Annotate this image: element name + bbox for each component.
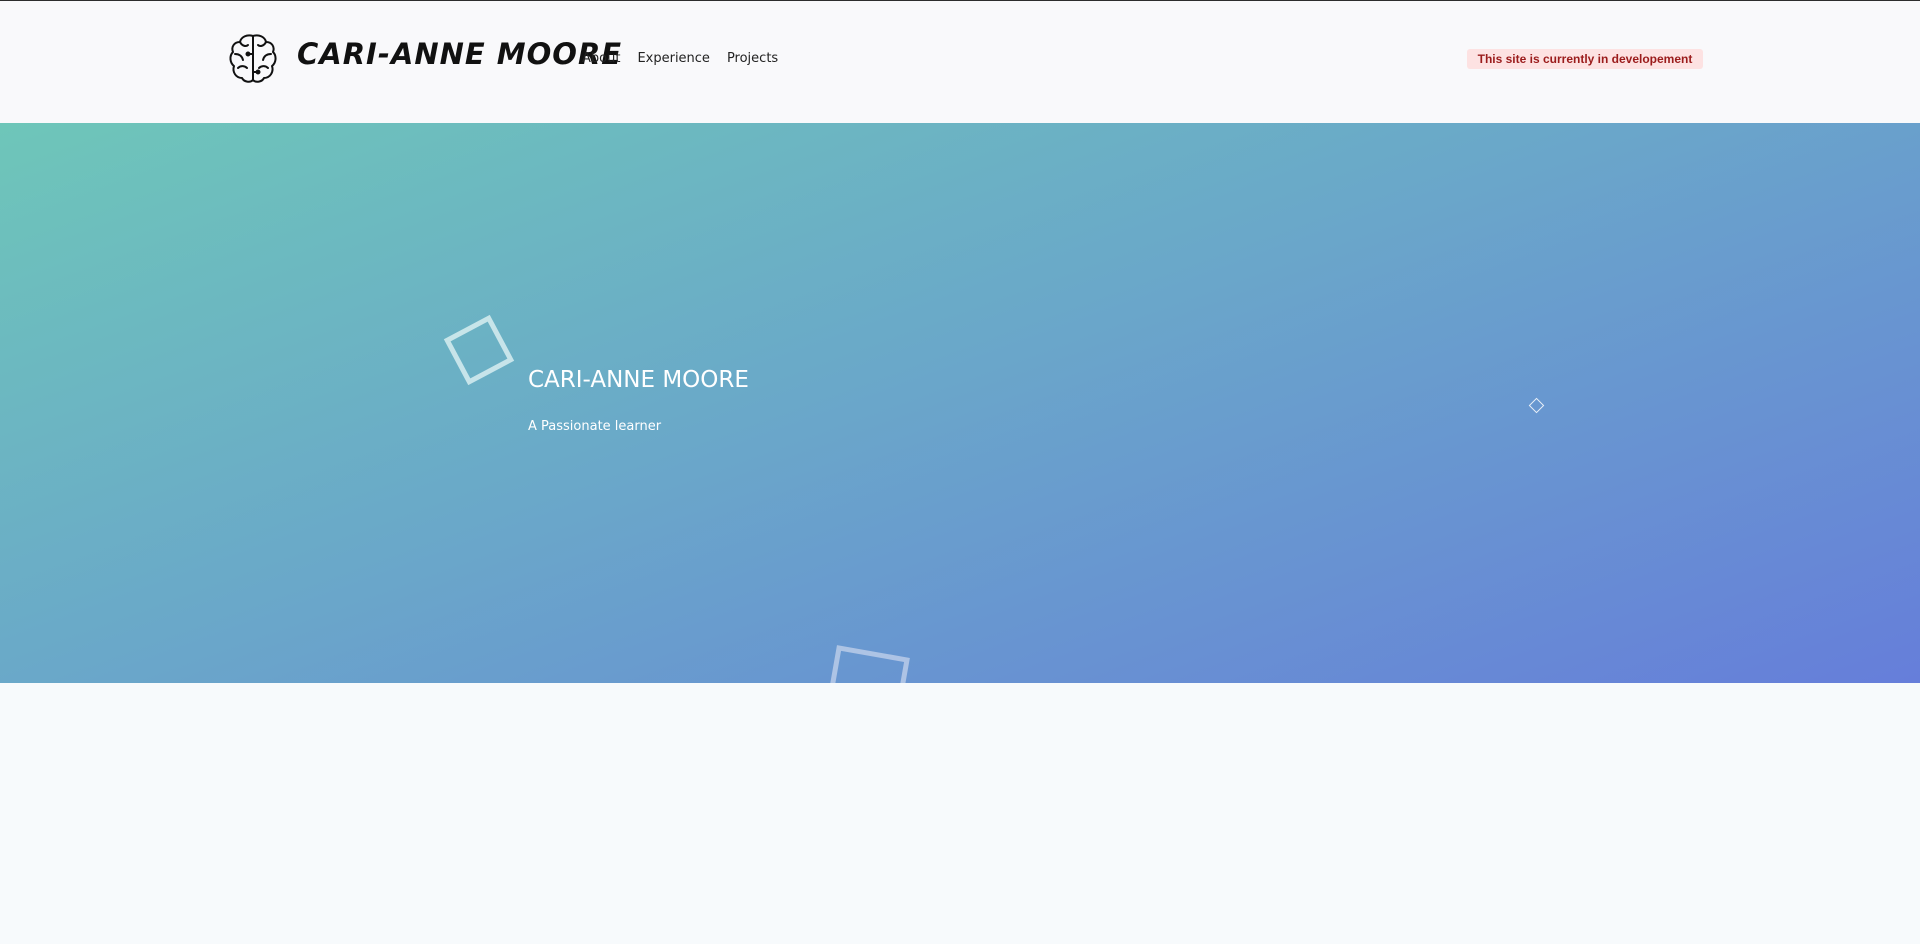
site-header: CARI-ANNE MOORE About Experience Project… [0,1,1920,123]
brain-icon[interactable] [228,32,278,85]
decorative-square [443,314,515,386]
nav-link-experience[interactable]: Experience [637,51,710,66]
main-nav: About Experience Projects [582,51,795,66]
hero-section: CARI-ANNE MOORE A Passionate learner [0,123,1920,683]
development-notice-badge: This site is currently in developement [1467,49,1703,69]
nav-link-about[interactable]: About [582,51,620,66]
decorative-square [1528,397,1545,414]
hero-subtitle: A Passionate learner [528,419,662,434]
nav-link-projects[interactable]: Projects [727,51,778,66]
hero-title: CARI-ANNE MOORE [528,367,749,393]
brand-name[interactable]: CARI-ANNE MOORE [297,37,622,71]
decorative-square [824,645,910,683]
